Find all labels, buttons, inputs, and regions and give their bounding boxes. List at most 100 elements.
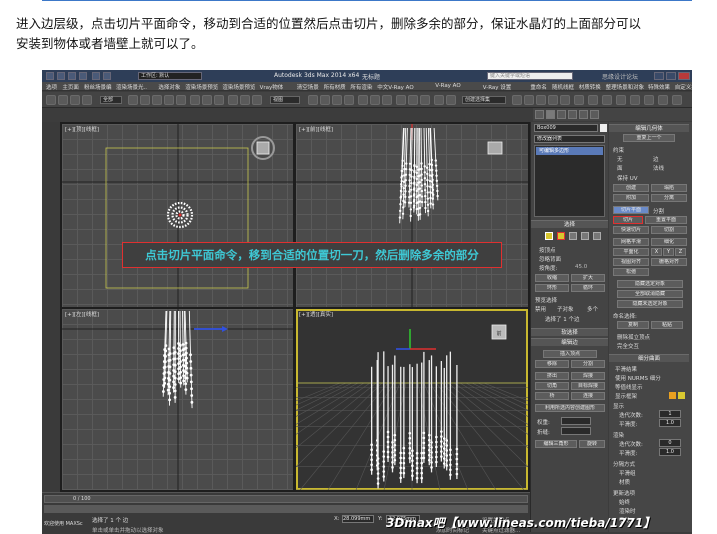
reset-plane-button[interactable]: 重置平面 bbox=[645, 216, 687, 224]
rollout-selection[interactable]: 选择 bbox=[531, 220, 608, 228]
redo-icon[interactable] bbox=[103, 72, 111, 80]
undo-icon[interactable] bbox=[92, 72, 100, 80]
workspace-dropdown[interactable]: 工作区: 默认 bbox=[138, 72, 202, 80]
element-level-icon[interactable] bbox=[593, 232, 601, 240]
unhide-all-button[interactable]: 全部取消隐藏 bbox=[617, 290, 683, 298]
toolbar-tool-icon[interactable] bbox=[240, 95, 250, 105]
remove-button[interactable]: 移除 bbox=[535, 360, 569, 368]
slice-plane-button[interactable]: 切片平面 bbox=[613, 206, 649, 214]
toolbar-tool-icon[interactable] bbox=[602, 95, 612, 105]
toolbar-tool-icon[interactable] bbox=[228, 95, 238, 105]
menu-item-17[interactable]: 整理场景和对象 bbox=[606, 83, 645, 91]
minimize-icon[interactable] bbox=[654, 72, 664, 80]
hierarchy-tab-icon[interactable] bbox=[557, 110, 566, 119]
attach-button[interactable]: 附加 bbox=[613, 194, 649, 202]
toolbar-tool-icon[interactable] bbox=[548, 95, 558, 105]
target-weld-button[interactable]: 目标焊接 bbox=[571, 382, 605, 390]
ring-button[interactable]: 环形 bbox=[535, 284, 569, 292]
repeat-last-button[interactable]: 重复上一个 bbox=[623, 134, 675, 142]
planar-z-button[interactable]: Z bbox=[675, 248, 686, 256]
crease-spinner[interactable] bbox=[561, 427, 591, 435]
toolbar-tool-icon[interactable] bbox=[152, 95, 162, 105]
split-edge-button[interactable]: 分割 bbox=[571, 360, 605, 368]
smooth-result-checkbox[interactable]: 平滑结果 bbox=[615, 365, 637, 373]
toolbar-tool-icon[interactable] bbox=[164, 95, 174, 105]
app-menu-icon[interactable] bbox=[46, 72, 54, 80]
object-color-swatch[interactable] bbox=[600, 124, 607, 132]
relax-button[interactable]: 松弛 bbox=[613, 268, 649, 276]
rollout-subdivision-surface[interactable]: 细分曲面 bbox=[609, 354, 689, 362]
tessellate-button[interactable]: 细化 bbox=[651, 238, 687, 246]
by-vertex-checkbox[interactable]: 按顶点 bbox=[539, 246, 556, 254]
toolbar-tool-icon[interactable] bbox=[214, 95, 224, 105]
toolbar-tool-icon[interactable] bbox=[658, 95, 668, 105]
render-smoothness-spinner[interactable]: 1.0 bbox=[659, 448, 681, 456]
cut-button[interactable]: 切割 bbox=[651, 226, 687, 234]
paste-button[interactable]: 粘贴 bbox=[651, 321, 683, 329]
constraint-face-radio[interactable]: 面 bbox=[617, 164, 623, 172]
utilities-tab-icon[interactable] bbox=[590, 110, 599, 119]
menu-item-9[interactable]: 所有材质 bbox=[324, 83, 346, 91]
toolbar-tool-icon[interactable] bbox=[396, 95, 406, 105]
menu-item-10[interactable]: 所有渲染 bbox=[350, 83, 372, 91]
menu-item-4[interactable]: 选择对象 bbox=[158, 83, 180, 91]
reference-coord-dropdown[interactable]: 视图 bbox=[270, 96, 300, 104]
toolbar-tool-icon[interactable] bbox=[190, 95, 200, 105]
stack-item-editable-poly[interactable]: 可编辑多边形 bbox=[536, 147, 603, 155]
menu-item-11[interactable]: 中文V-Ray AO bbox=[377, 83, 414, 91]
menu-item-19[interactable]: 自定义批量 bbox=[675, 83, 692, 91]
materials-checkbox[interactable]: 材质 bbox=[619, 478, 630, 486]
isoline-display-checkbox[interactable]: 等值线显示 bbox=[615, 383, 643, 391]
toolbar-tool-icon[interactable] bbox=[672, 95, 682, 105]
display-smoothness-spinner[interactable]: 1.0 bbox=[659, 419, 681, 427]
turn-button[interactable]: 旋转 bbox=[579, 440, 605, 448]
quickslice-button[interactable]: 快速切片 bbox=[613, 226, 649, 234]
viewport-front[interactable]: [+][前][线框] bbox=[296, 124, 528, 307]
toolbar-tool-icon[interactable] bbox=[434, 95, 444, 105]
angle-value[interactable]: 45.0 bbox=[575, 264, 587, 270]
create-button[interactable]: 创建 bbox=[613, 184, 649, 192]
edit-triangulation-button[interactable]: 编辑三角形 bbox=[535, 440, 577, 448]
open-file-icon[interactable] bbox=[68, 72, 76, 80]
motion-tab-icon[interactable] bbox=[568, 110, 577, 119]
rollout-soft-selection[interactable]: 软选择 bbox=[531, 328, 608, 336]
menu-item-14[interactable]: 重命名 bbox=[530, 83, 547, 91]
viewport-front-label[interactable]: [+][前][线框] bbox=[299, 125, 333, 133]
edge-level-icon[interactable] bbox=[557, 232, 565, 240]
detach-button[interactable]: 分离 bbox=[651, 194, 687, 202]
toolbar-tool-icon[interactable] bbox=[140, 95, 150, 105]
menu-item-1[interactable]: 主页面 bbox=[62, 83, 79, 91]
toolbar-tool-icon[interactable] bbox=[588, 95, 598, 105]
toolbar-tool-icon[interactable] bbox=[420, 95, 430, 105]
menu-item-7[interactable]: Vray物体 bbox=[260, 83, 284, 91]
constraint-none-radio[interactable]: 无 bbox=[617, 155, 623, 163]
selection-filter-dropdown[interactable]: 全部 bbox=[100, 96, 122, 104]
maximize-icon[interactable] bbox=[666, 72, 676, 80]
polygon-level-icon[interactable] bbox=[581, 232, 589, 240]
menu-item-6[interactable]: 渲染场景预览 bbox=[222, 83, 255, 91]
by-angle-checkbox[interactable]: 按角度: bbox=[539, 264, 557, 272]
constraint-edge-radio[interactable]: 边 bbox=[653, 155, 659, 163]
toolbar-tool-icon[interactable] bbox=[512, 95, 522, 105]
display-tab-icon[interactable] bbox=[579, 110, 588, 119]
toolbar-tool-icon[interactable] bbox=[252, 95, 262, 105]
weld-button[interactable]: 焊接 bbox=[571, 372, 605, 380]
toolbar-tool-icon[interactable] bbox=[46, 95, 56, 105]
new-file-icon[interactable] bbox=[57, 72, 65, 80]
use-nurms-checkbox[interactable]: 使用 NURMS 细分 bbox=[615, 374, 661, 382]
rollout-edit-geometry[interactable]: 编辑几何体 bbox=[609, 124, 689, 132]
save-file-icon[interactable] bbox=[79, 72, 87, 80]
rollout-edit-edges[interactable]: 编辑边 bbox=[531, 338, 608, 346]
toolbar-tool-icon[interactable] bbox=[176, 95, 186, 105]
render-iterations-spinner[interactable]: 0 bbox=[659, 439, 681, 447]
vertex-level-icon[interactable] bbox=[545, 232, 553, 240]
menu-item-18[interactable]: 特殊效果 bbox=[648, 83, 670, 91]
weight-spinner[interactable] bbox=[561, 417, 591, 425]
constraint-normal-radio[interactable]: 法线 bbox=[653, 164, 664, 172]
cage-selected-color-swatch[interactable] bbox=[678, 392, 685, 399]
toolbar-tool-icon[interactable] bbox=[332, 95, 342, 105]
connect-button[interactable]: 连接 bbox=[571, 392, 605, 400]
toolbar-tool-icon[interactable] bbox=[630, 95, 640, 105]
loop-button[interactable]: 循环 bbox=[571, 284, 605, 292]
smoothing-groups-checkbox[interactable]: 平滑组 bbox=[619, 469, 636, 477]
